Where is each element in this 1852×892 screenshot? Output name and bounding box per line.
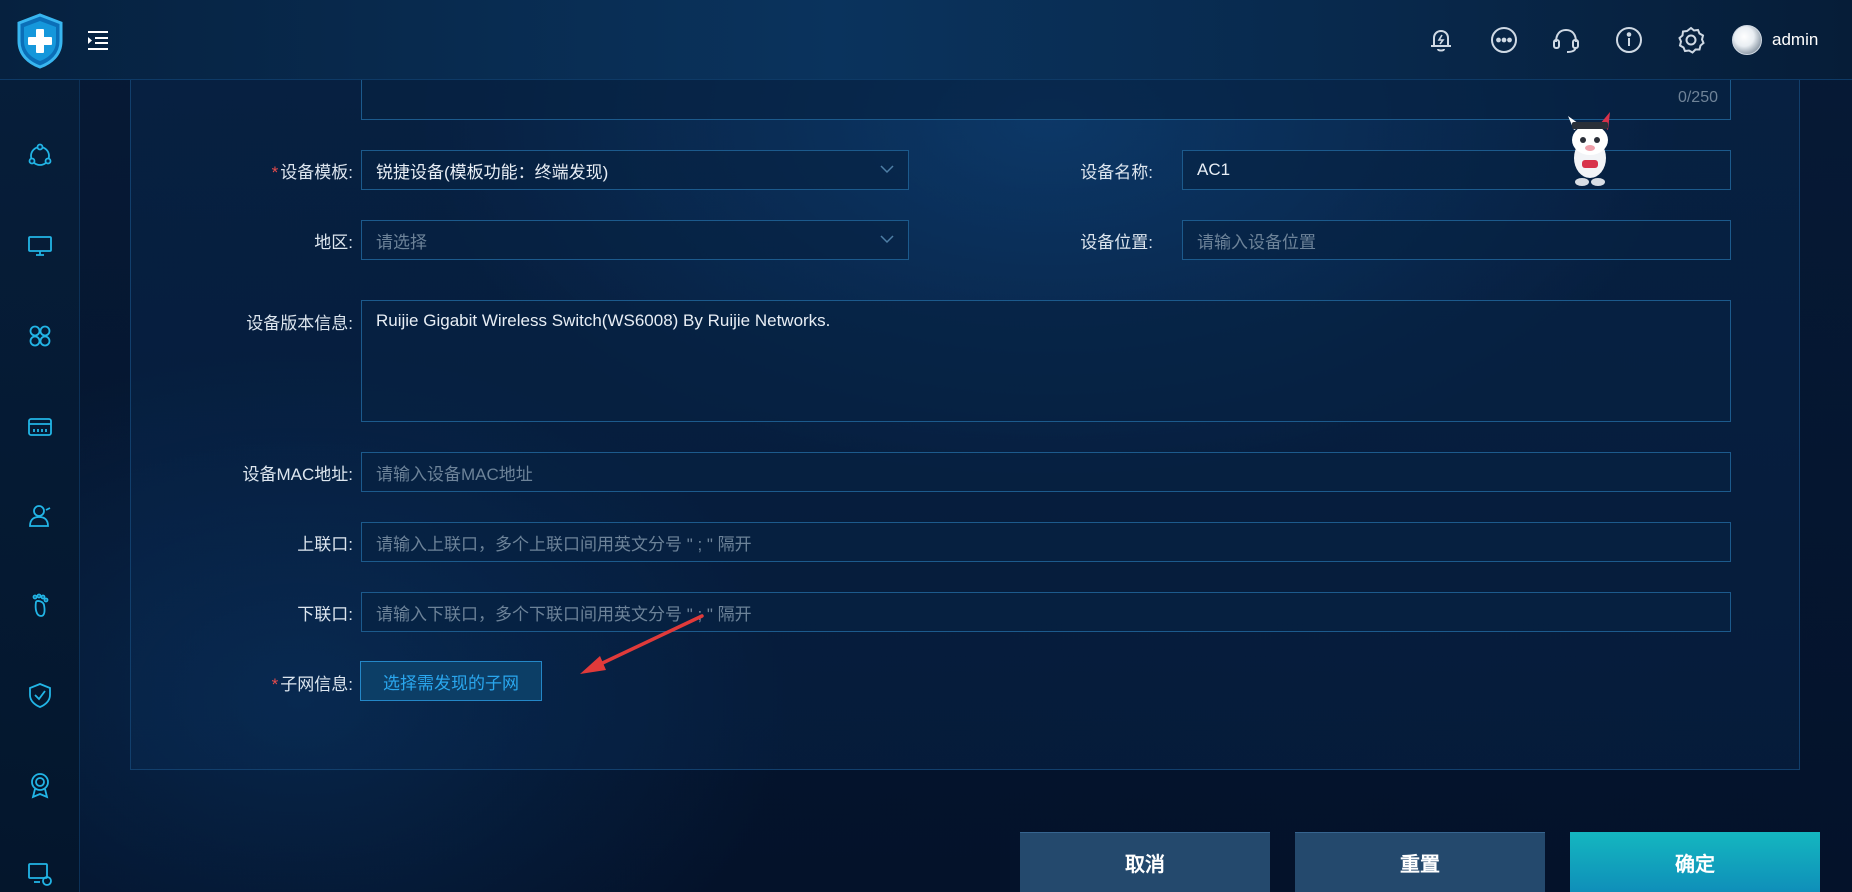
template-label: * 设备模板: (271, 163, 353, 182)
template-select[interactable]: 锐捷设备(模板功能：终端发现) (361, 150, 909, 190)
subnet-label: * 子网信息: (271, 675, 353, 694)
apps-icon (29, 325, 51, 347)
mascot-icon[interactable] (1562, 112, 1618, 188)
reset-button[interactable]: 重置 (1295, 832, 1545, 892)
badge-icon (31, 773, 49, 799)
version-info-textarea[interactable]: Ruijie Gigabit Wireless Switch(WS6008) B… (361, 300, 1731, 422)
avatar (1732, 25, 1762, 55)
sidebar-item-badge[interactable] (20, 765, 60, 805)
bell-icon[interactable] (1424, 23, 1458, 57)
screen-settings-icon (28, 863, 52, 886)
downlink-input[interactable]: 请输入下联口，多个下联口间用英文分号 " ; " 隔开 (361, 592, 1731, 632)
chevron-down-icon (880, 235, 894, 244)
device-icon (28, 418, 52, 436)
menu-toggle-icon[interactable] (86, 29, 110, 51)
annotation-arrow-icon (580, 614, 704, 674)
more-icon[interactable] (1487, 23, 1521, 57)
monitor-icon (28, 236, 52, 256)
sidebar-item-monitor[interactable] (20, 226, 60, 266)
sidebar-item-topology[interactable] (20, 136, 60, 176)
downlink-label: 下联口: (297, 605, 353, 624)
confirm-button[interactable]: 确定 (1570, 832, 1820, 892)
shield-check-icon (29, 683, 51, 708)
region-placeholder: 请选择 (376, 232, 427, 252)
sidebar-item-footprint[interactable] (20, 586, 60, 626)
location-label: 设备位置: (1080, 233, 1153, 252)
region-select[interactable]: 请选择 (361, 220, 909, 260)
version-info-label: 设备版本信息: (246, 314, 353, 333)
sidebar-item-user[interactable] (20, 496, 60, 536)
info-icon[interactable] (1612, 23, 1646, 57)
uplink-label: 上联口: (297, 535, 353, 554)
user-name: admin (1772, 30, 1819, 49)
shield-logo-icon[interactable] (15, 13, 65, 69)
select-subnet-button[interactable]: 选择需发现的子网 (360, 661, 542, 701)
top-header: admin (0, 0, 1852, 80)
uplink-placeholder: 请输入上联口，多个上联口间用英文分号 " ; " 隔开 (376, 534, 752, 554)
footprint-icon (32, 593, 49, 617)
template-value: 锐捷设备(模板功能：终端发现) (376, 162, 609, 182)
user-icon (29, 505, 51, 527)
sidebar-item-screen-settings[interactable] (20, 854, 60, 892)
location-placeholder: 请输入设备位置 (1197, 232, 1316, 252)
version-info-value: Ruijie Gigabit Wireless Switch(WS6008) B… (376, 311, 831, 330)
headset-icon[interactable] (1549, 23, 1583, 57)
cancel-button[interactable]: 取消 (1020, 832, 1270, 892)
device-name-label: 设备名称: (1080, 163, 1153, 182)
topology-icon (28, 143, 52, 166)
region-label: 地区: (314, 233, 353, 252)
device-name-input[interactable]: AC1 (1182, 150, 1731, 190)
mac-placeholder: 请输入设备MAC地址 (376, 464, 533, 484)
uplink-input[interactable]: 请输入上联口，多个上联口间用英文分号 " ; " 隔开 (361, 522, 1731, 562)
sidebar (0, 80, 80, 892)
settings-icon[interactable] (1674, 23, 1708, 57)
location-input[interactable]: 请输入设备位置 (1182, 220, 1731, 260)
user-menu[interactable]: admin (1732, 24, 1818, 56)
chevron-down-icon (880, 165, 894, 174)
mac-input[interactable]: 请输入设备MAC地址 (361, 452, 1731, 492)
sidebar-item-device[interactable] (20, 407, 60, 447)
mac-label: 设备MAC地址: (242, 465, 354, 484)
sidebar-item-security[interactable] (20, 675, 60, 715)
device-name-value: AC1 (1197, 160, 1231, 179)
sidebar-item-apps[interactable] (20, 316, 60, 356)
description-counter: 0/250 (1677, 89, 1718, 106)
